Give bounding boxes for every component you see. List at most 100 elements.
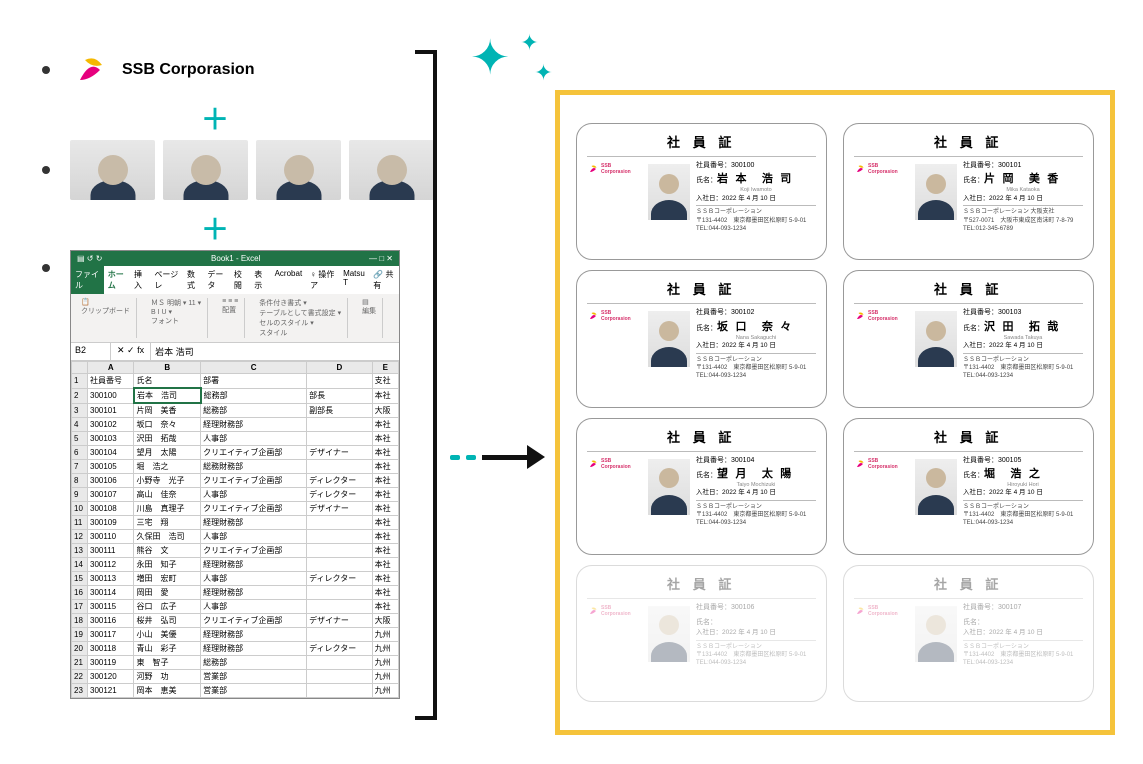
table-row[interactable]: 15300113増田 宏町人事部ディレクター本社 (72, 572, 399, 586)
cell[interactable]: 300101 (88, 403, 134, 418)
cell[interactable]: 部署 (201, 374, 307, 389)
ribbon-tab[interactable]: ページレ (150, 266, 183, 294)
cell[interactable]: 300114 (88, 586, 134, 600)
row-header[interactable]: 2 (72, 388, 88, 403)
cell[interactable]: 谷口 広子 (134, 600, 201, 614)
cell[interactable]: 氏名 (134, 374, 201, 389)
cell[interactable]: 久保田 浩司 (134, 530, 201, 544)
cell[interactable]: 青山 彩子 (134, 642, 201, 656)
cell[interactable]: 桜井 弘司 (134, 614, 201, 628)
ribbon[interactable]: 📋クリップボード ＭＳ 明朝 ▾ 11 ▾B I U ▾フォント ≡ ≡ ≡配置… (71, 294, 399, 343)
cell[interactable]: 300106 (88, 474, 134, 488)
cell[interactable]: 人事部 (201, 530, 307, 544)
cell[interactable]: ディレクター (307, 488, 373, 502)
cell[interactable]: 本社 (372, 600, 398, 614)
cell[interactable]: 本社 (372, 558, 398, 572)
cell[interactable]: 河野 功 (134, 670, 201, 684)
table-row[interactable]: 21300119東 智子総務部九州 (72, 656, 399, 670)
cell[interactable]: 片岡 美香 (134, 403, 201, 418)
cell[interactable]: 本社 (372, 446, 398, 460)
cell[interactable]: 増田 宏町 (134, 572, 201, 586)
table-row[interactable]: 23300121岡本 恵美営業部九州 (72, 684, 399, 698)
cell[interactable]: 本社 (372, 516, 398, 530)
cell[interactable]: 九州 (372, 670, 398, 684)
cell[interactable]: 永田 知子 (134, 558, 201, 572)
row-header[interactable]: 8 (72, 474, 88, 488)
cell[interactable]: 高山 佳奈 (134, 488, 201, 502)
row-header[interactable]: 14 (72, 558, 88, 572)
cell[interactable]: 人事部 (201, 600, 307, 614)
cell[interactable]: 総務財務部 (201, 460, 307, 474)
table-row[interactable]: 8300106小野寺 光子クリエイティブ企画部ディレクター本社 (72, 474, 399, 488)
cell[interactable]: 九州 (372, 628, 398, 642)
ribbon-tab[interactable]: 校閲 (230, 266, 250, 294)
cell[interactable]: 本社 (372, 418, 398, 432)
table-row[interactable]: 16300114岡田 愛経理財務部本社 (72, 586, 399, 600)
cell[interactable]: 大阪 (372, 403, 398, 418)
cell[interactable]: 九州 (372, 684, 398, 698)
cell[interactable]: 部長 (307, 388, 373, 403)
table-row[interactable]: 20300118青山 彩子経理財務部ディレクター九州 (72, 642, 399, 656)
cell[interactable]: ディレクター (307, 474, 373, 488)
cell[interactable]: 経理財務部 (201, 628, 307, 642)
cell[interactable] (307, 684, 373, 698)
cell[interactable] (307, 670, 373, 684)
row-header[interactable]: 20 (72, 642, 88, 656)
table-row[interactable]: 18300116桜井 弘司クリエイティブ企画部デザイナー大阪 (72, 614, 399, 628)
ribbon-tab[interactable]: Matsu T (339, 266, 369, 294)
ribbon-tab[interactable]: ♀ 操作ア (306, 266, 339, 294)
ribbon-tab[interactable]: 表示 (250, 266, 270, 294)
cell[interactable]: デザイナー (307, 446, 373, 460)
cell[interactable]: 岡田 愛 (134, 586, 201, 600)
cell[interactable]: 300118 (88, 642, 134, 656)
cell[interactable]: 300103 (88, 432, 134, 446)
cell[interactable] (307, 516, 373, 530)
ribbon-tab[interactable]: ホーム (104, 266, 130, 294)
table-row[interactable]: 9300107高山 佳奈人事部ディレクター本社 (72, 488, 399, 502)
cell[interactable]: 300108 (88, 502, 134, 516)
cell[interactable]: 営業部 (201, 670, 307, 684)
cell[interactable]: 小山 美優 (134, 628, 201, 642)
cell[interactable]: 九州 (372, 656, 398, 670)
row-header[interactable]: 12 (72, 530, 88, 544)
cell[interactable]: 300112 (88, 558, 134, 572)
cell[interactable]: 小野寺 光子 (134, 474, 201, 488)
table-row[interactable]: 6300104望月 太陽クリエイティブ企画部デザイナー本社 (72, 446, 399, 460)
row-header[interactable]: 23 (72, 684, 88, 698)
cell[interactable] (307, 656, 373, 670)
cell[interactable]: クリエイティブ企画部 (201, 474, 307, 488)
cell[interactable]: 営業部 (201, 684, 307, 698)
cell[interactable]: 人事部 (201, 572, 307, 586)
table-row[interactable]: 19300117小山 美優経理財務部九州 (72, 628, 399, 642)
formula-input[interactable]: 岩本 浩司 (151, 343, 399, 360)
table-row[interactable]: 10300108川島 真理子クリエイティブ企画部デザイナー本社 (72, 502, 399, 516)
cell[interactable]: 本社 (372, 432, 398, 446)
cell[interactable]: 本社 (372, 488, 398, 502)
cell[interactable]: 300102 (88, 418, 134, 432)
cell[interactable]: 望月 太陽 (134, 446, 201, 460)
cell[interactable]: デザイナー (307, 502, 373, 516)
cell[interactable]: 300105 (88, 460, 134, 474)
row-header[interactable]: 11 (72, 516, 88, 530)
cell[interactable]: 経理財務部 (201, 418, 307, 432)
table-row[interactable]: 2300100岩本 浩司総務部部長本社 (72, 388, 399, 403)
cell[interactable]: 副部長 (307, 403, 373, 418)
cell[interactable]: ディレクター (307, 572, 373, 586)
cell[interactable]: 300100 (88, 388, 134, 403)
ribbon-tab[interactable]: ファイル (71, 266, 104, 294)
col-header[interactable]: E (372, 362, 398, 374)
cell[interactable]: 総務部 (201, 388, 307, 403)
col-header[interactable] (72, 362, 88, 374)
cell[interactable]: 本社 (372, 586, 398, 600)
row-header[interactable]: 22 (72, 670, 88, 684)
cell[interactable]: 本社 (372, 388, 398, 403)
cell[interactable]: 堀 浩之 (134, 460, 201, 474)
row-header[interactable]: 13 (72, 544, 88, 558)
cell[interactable]: 本社 (372, 460, 398, 474)
cell[interactable]: 本社 (372, 474, 398, 488)
row-header[interactable]: 19 (72, 628, 88, 642)
col-header[interactable]: A (88, 362, 134, 374)
cell[interactable]: クリエイティブ企画部 (201, 446, 307, 460)
col-header[interactable]: B (134, 362, 201, 374)
cell[interactable] (307, 558, 373, 572)
